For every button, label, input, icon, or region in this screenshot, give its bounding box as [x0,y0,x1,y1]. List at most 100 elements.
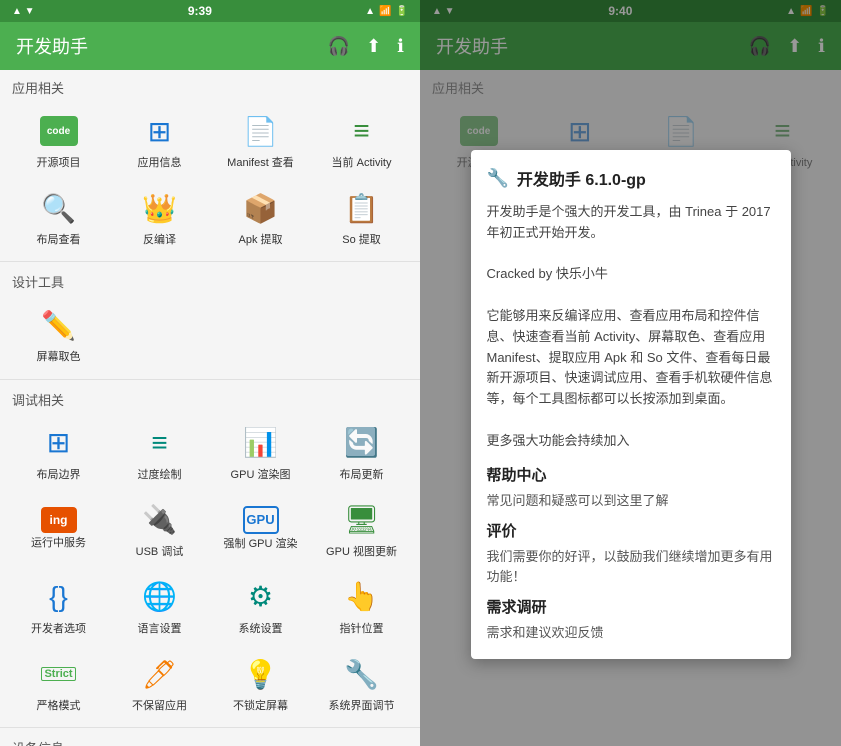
grid-item-ui-tune[interactable]: 🔧 系统界面调节 [311,644,412,721]
grid-item-running-services[interactable]: ing 运行中服务 [8,490,109,567]
dialog-survey-title: 需求调研 [487,596,775,617]
left-app-header: 开发助手 🎧 ⬆ ℹ [0,22,420,70]
grid-item-strict-mode[interactable]: Strict 严格模式 [8,644,109,721]
grid-item-overdraw[interactable]: ≡ 过度绘制 [109,413,210,490]
no-lock-screen-label: 不锁定屏幕 [233,700,288,713]
dialog-title: 开发助手 6.1.0-gp [517,166,646,190]
left-status-bar: ▲ ▼ 9:39 ▲📶🔋 [0,0,420,22]
section-title-app: 应用相关 [0,70,420,101]
so-extract-label: So 提取 [342,234,381,247]
gpu-render-icon: 📊 [239,421,283,465]
ui-tune-label: 系统界面调节 [329,700,395,713]
so-extract-icon: 📋 [340,186,384,230]
running-services-icon: ing [41,507,77,533]
running-services-label: 运行中服务 [31,537,86,550]
info-icon[interactable]: ℹ [397,36,404,57]
ui-tune-icon: 🔧 [340,652,384,696]
strict-mode-label: 严格模式 [37,700,81,713]
decompile-label: 反编译 [143,234,176,247]
grid-item-so-extract[interactable]: 📋 So 提取 [311,178,412,255]
overdraw-label: 过度绘制 [138,469,182,482]
grid-item-activity[interactable]: ≡ 当前 Activity [311,101,412,178]
dialog-help-title: 帮助中心 [487,464,775,485]
no-lock-screen-icon: 💡 [239,652,283,696]
open-source-icon: code [37,109,81,153]
left-screen: ▲ ▼ 9:39 ▲📶🔋 开发助手 🎧 ⬆ ℹ 应用相关 code 开源项目 ⊞… [0,0,420,746]
headphone-icon[interactable]: 🎧 [328,36,350,57]
layout-bounds-label: 布局边界 [37,469,81,482]
no-keep-app-icon: 🖊 [138,652,182,696]
color-pick-label: 屏幕取色 [37,351,81,364]
left-app-title: 开发助手 [16,33,88,59]
apk-extract-label: Apk 提取 [238,234,282,247]
overdraw-icon: ≡ [138,421,182,465]
grid-item-no-lock-screen[interactable]: 💡 不锁定屏幕 [210,644,311,721]
dialog-title-row: 🔧 开发助手 6.1.0-gp [487,166,775,190]
layout-view-label: 布局查看 [37,234,81,247]
grid-item-app-info[interactable]: ⊞ 应用信息 [109,101,210,178]
system-settings-icon: ⚙ [239,575,283,619]
manifest-icon: 📄 [239,109,283,153]
gpu-render-label: GPU 渲染图 [231,469,291,482]
debug-section-grid: ⊞ 布局边界 ≡ 过度绘制 📊 GPU 渲染图 🔄 布局更新 ing 运行中服务… [0,413,420,726]
manifest-label: Manifest 查看 [227,157,294,170]
grid-item-usb-debug[interactable]: 🔌 USB 调试 [109,490,210,567]
dialog-wrench-icon: 🔧 [487,168,509,189]
left-time: 9:39 [188,4,212,18]
grid-item-system-settings[interactable]: ⚙ 系统设置 [210,567,311,644]
design-section-grid: ✏️ 屏幕取色 [0,295,420,376]
dialog-rating-title: 评价 [487,520,775,541]
app-info-icon: ⊞ [138,109,182,153]
lang-settings-icon: 🌐 [138,575,182,619]
grid-item-gpu-render[interactable]: 📊 GPU 渲染图 [210,413,311,490]
layout-update-label: 布局更新 [340,469,384,482]
dialog-survey-text: 需求和建议欢迎反馈 [487,623,775,643]
color-pick-icon: ✏️ [37,303,81,347]
dialog-body-text: 开发助手是个强大的开发工具，由 Trinea 于 2017 年初正式开始开发。 … [487,202,775,452]
grid-item-color-pick[interactable]: ✏️ 屏幕取色 [8,295,109,372]
dev-options-icon: {} [37,575,81,619]
decompile-icon: 👑 [138,186,182,230]
activity-label: 当前 Activity [332,157,392,170]
grid-item-no-keep-app[interactable]: 🖊 不保留应用 [109,644,210,721]
usb-debug-icon: 🔌 [138,498,182,542]
grid-item-layout-bounds[interactable]: ⊞ 布局边界 [8,413,109,490]
grid-item-manifest[interactable]: 📄 Manifest 查看 [210,101,311,178]
layout-update-icon: 🔄 [340,421,384,465]
about-dialog: 🔧 开发助手 6.1.0-gp 开发助手是个强大的开发工具，由 Trinea 于… [471,150,791,659]
grid-item-decompile[interactable]: 👑 反编译 [109,178,210,255]
apk-extract-icon: 📦 [239,186,283,230]
right-screen: ▲ ▼ 9:40 ▲📶🔋 开发助手 🎧 ⬆ ℹ 应用相关 code 开源项目 ⊞… [420,0,841,746]
open-source-label: 开源项目 [37,157,81,170]
share-icon[interactable]: ⬆ [366,36,381,57]
layout-bounds-icon: ⊞ [37,421,81,465]
grid-item-gpu-view[interactable]: 🖥 GPU 视图更新 [311,490,412,567]
usb-debug-label: USB 调试 [136,546,184,559]
grid-item-pointer-location[interactable]: 👆 指针位置 [311,567,412,644]
grid-item-open-source[interactable]: code 开源项目 [8,101,109,178]
app-info-label: 应用信息 [138,157,182,170]
left-header-icons: 🎧 ⬆ ℹ [328,36,404,57]
dialog-overlay: 🔧 开发助手 6.1.0-gp 开发助手是个强大的开发工具，由 Trinea 于… [420,0,841,746]
section-title-design: 设计工具 [0,264,420,295]
grid-item-layout-view[interactable]: 🔍 布局查看 [8,178,109,255]
grid-item-lang-settings[interactable]: 🌐 语言设置 [109,567,210,644]
force-gpu-label: 强制 GPU 渲染 [224,538,298,551]
activity-icon: ≡ [340,109,384,153]
section-title-debug: 调试相关 [0,382,420,413]
app-section-grid: code 开源项目 ⊞ 应用信息 📄 Manifest 查看 ≡ 当前 Acti… [0,101,420,259]
force-gpu-icon: GPU [243,506,279,534]
left-content: 应用相关 code 开源项目 ⊞ 应用信息 📄 Manifest 查看 ≡ 当前… [0,70,420,746]
left-status-right-icons: ▲📶🔋 [365,6,408,17]
grid-item-dev-options[interactable]: {} 开发者选项 [8,567,109,644]
dialog-rating-text: 我们需要你的好评，以鼓励我们继续增加更多有用功能！ [487,547,775,586]
gpu-view-label: GPU 视图更新 [326,546,397,559]
grid-item-apk-extract[interactable]: 📦 Apk 提取 [210,178,311,255]
gpu-view-icon: 🖥 [340,498,384,542]
grid-item-layout-update[interactable]: 🔄 布局更新 [311,413,412,490]
no-keep-app-label: 不保留应用 [132,700,187,713]
section-title-device: 设备信息 [0,730,420,746]
grid-item-force-gpu[interactable]: GPU 强制 GPU 渲染 [210,490,311,567]
layout-view-icon: 🔍 [37,186,81,230]
pointer-location-icon: 👆 [340,575,384,619]
